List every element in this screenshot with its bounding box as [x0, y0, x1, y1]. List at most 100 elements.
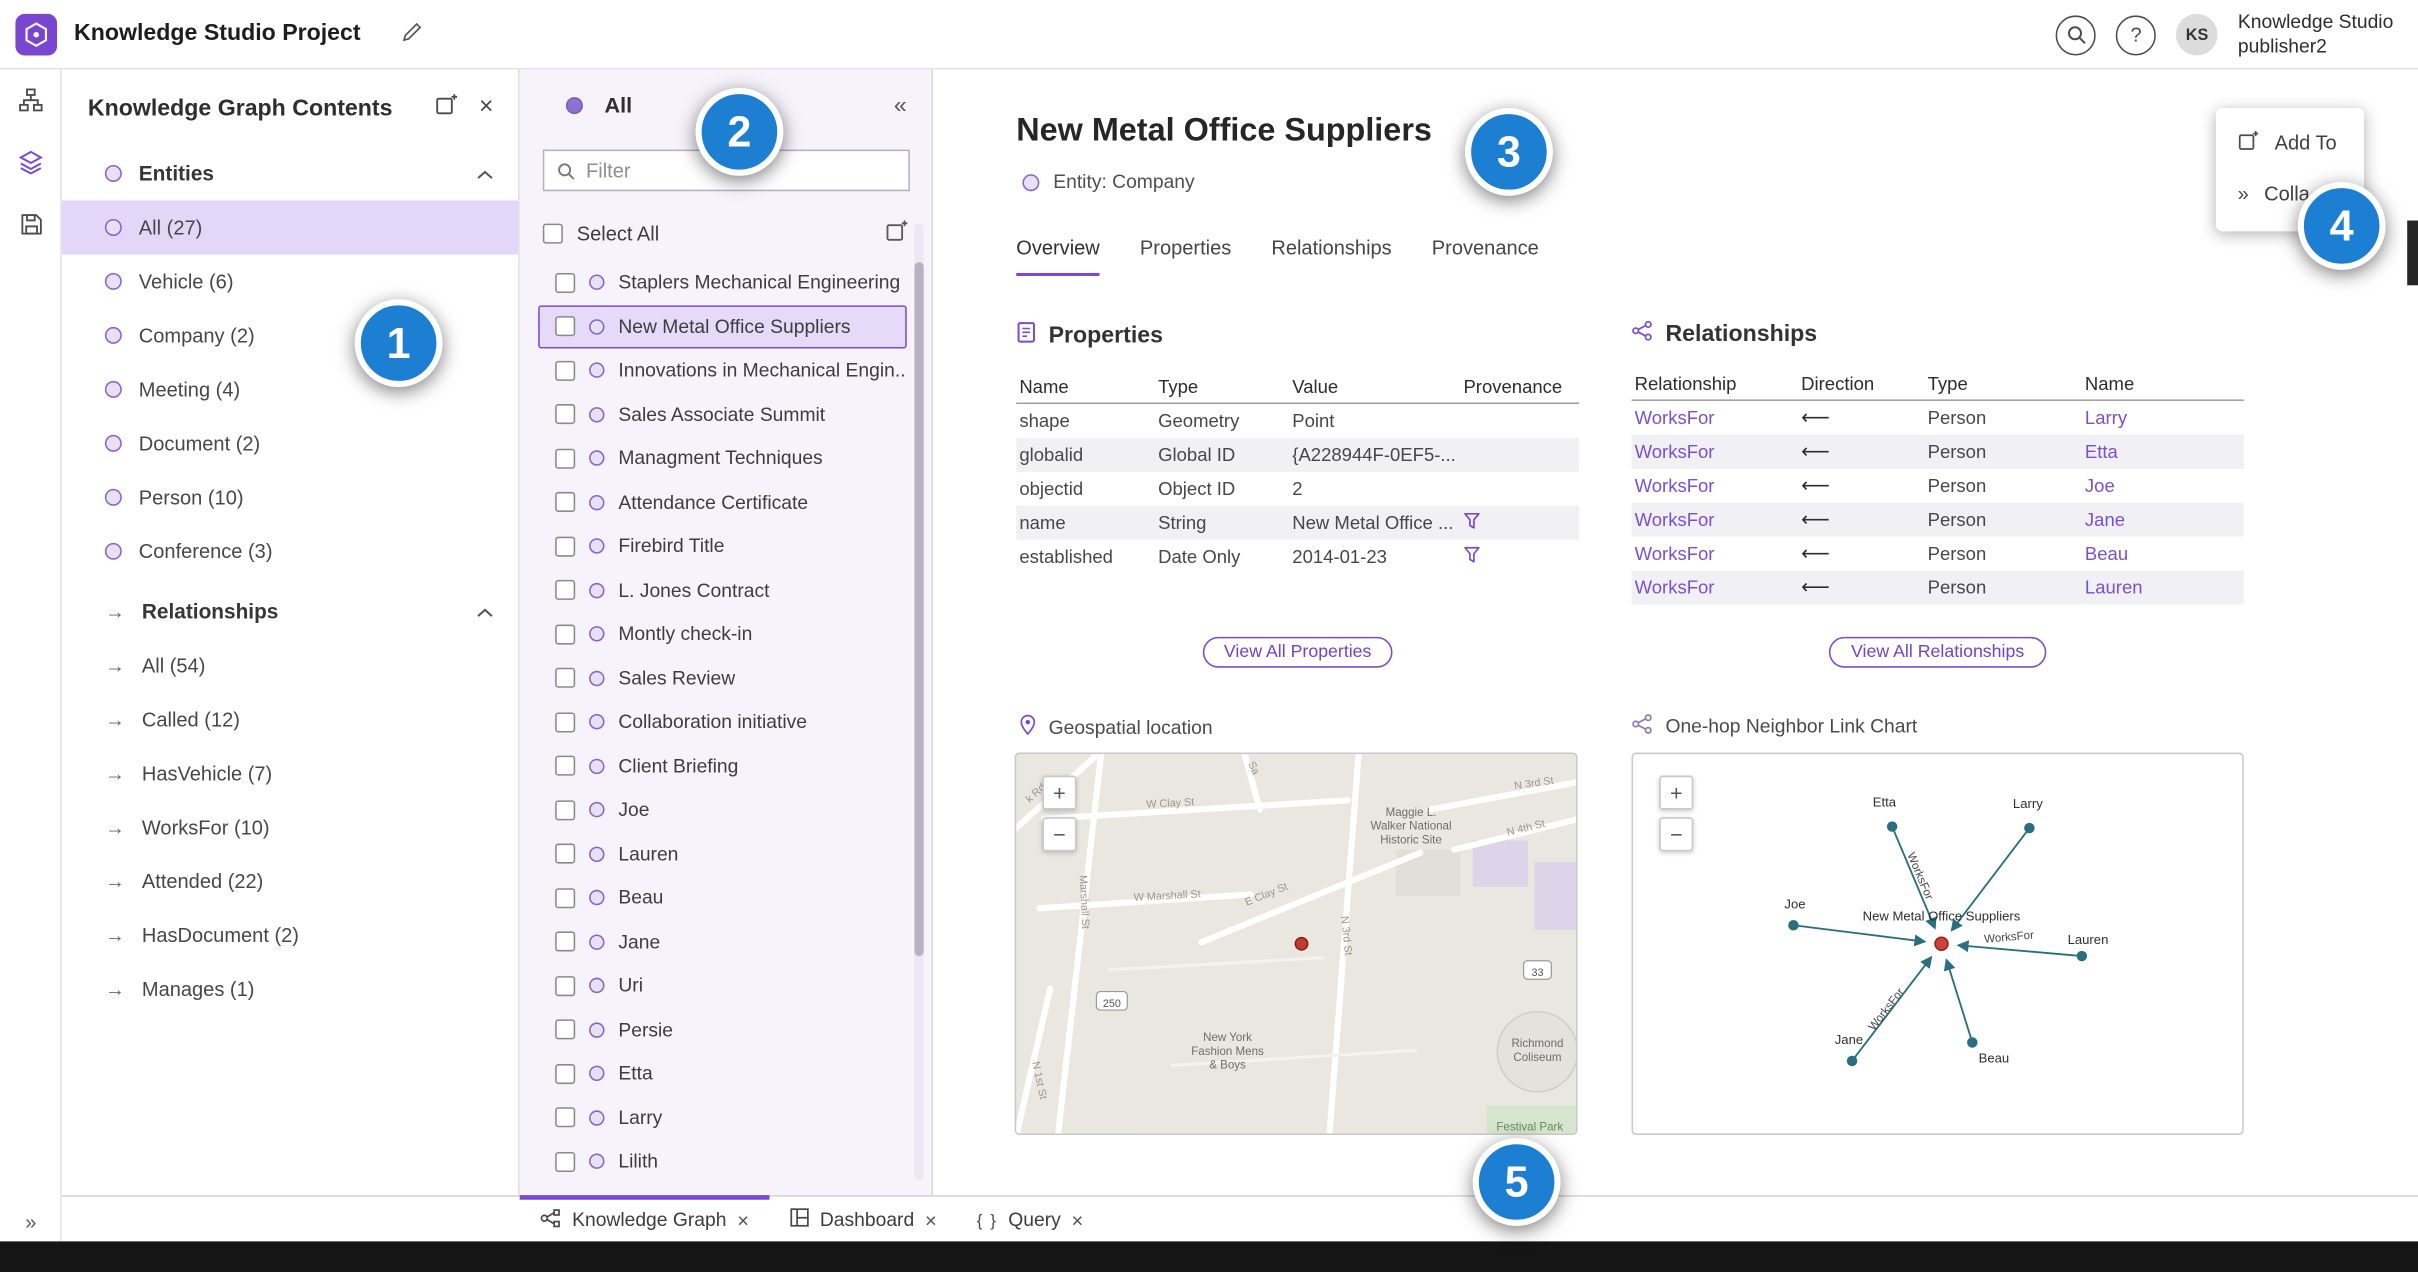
relationship-filter-item[interactable]: → Called (12) [62, 692, 518, 746]
related-entity-link[interactable]: Lauren [2085, 577, 2241, 599]
graph-list-item[interactable]: Staplers Mechanical Engineering [538, 261, 907, 305]
graph-list-item[interactable]: Sales Associate Summit [538, 392, 907, 436]
item-checkbox[interactable] [555, 887, 576, 908]
graph-list-item[interactable]: Collaboration initiative [538, 700, 907, 744]
person-node[interactable] [1788, 920, 1799, 931]
related-entity-link[interactable]: Jane [2085, 509, 2241, 531]
relationship-filter-item[interactable]: → All (54) [62, 638, 518, 692]
graph-list-item[interactable]: L. Jones Contract [538, 568, 907, 612]
item-checkbox[interactable] [555, 1063, 576, 1084]
tab-close-icon[interactable]: × [737, 1208, 749, 1231]
person-node[interactable] [2076, 950, 2088, 962]
related-entity-link[interactable]: Joe [2085, 475, 2241, 497]
item-checkbox[interactable] [555, 668, 576, 689]
bottom-tab-dashboard[interactable]: Dashboard × [769, 1197, 957, 1243]
edit-title-icon[interactable] [401, 22, 423, 51]
graph-list-item[interactable]: Managment Techniques [538, 436, 907, 480]
item-checkbox[interactable] [555, 1019, 576, 1040]
entity-filter-item[interactable]: Vehicle (6) [62, 254, 518, 308]
tab-close-icon[interactable]: × [925, 1208, 937, 1231]
relationship-filter-item[interactable]: → HasDocument (2) [62, 908, 518, 962]
item-checkbox[interactable] [555, 843, 576, 864]
select-all-checkbox[interactable] [542, 222, 563, 243]
search-button[interactable] [2055, 14, 2097, 55]
scrollbar-thumb[interactable] [2407, 220, 2418, 286]
chart-zoom-out-button[interactable]: − [1659, 817, 1694, 852]
entity-filter-item[interactable]: Document (2) [62, 416, 518, 470]
item-checkbox[interactable] [555, 756, 576, 777]
person-node[interactable] [1967, 1037, 1978, 1048]
add-item-icon[interactable] [885, 219, 908, 247]
item-checkbox[interactable] [555, 975, 576, 996]
entity-filter-item[interactable]: Meeting (4) [62, 362, 518, 416]
entities-section-header[interactable]: Entities [62, 146, 518, 200]
item-checkbox[interactable] [555, 404, 576, 425]
geospatial-map[interactable]: + − k Rd W Clay St Marshall St W Marshal… [1014, 752, 1578, 1135]
scrollbar[interactable] [914, 223, 924, 1180]
scrollbar-thumb[interactable] [914, 262, 924, 957]
relationship-filter-item[interactable]: → HasVehicle (7) [62, 746, 518, 800]
chevron-up-icon[interactable] [477, 600, 494, 623]
item-checkbox[interactable] [555, 360, 576, 381]
graph-list-item[interactable]: Uri [538, 964, 907, 1008]
tab-overview[interactable]: Overview [1016, 236, 1100, 277]
item-checkbox[interactable] [555, 1151, 576, 1172]
tab-relationships[interactable]: Relationships [1271, 236, 1391, 276]
graph-list-item[interactable]: Beau [538, 876, 907, 920]
item-checkbox[interactable] [555, 536, 576, 557]
graph-list-item[interactable]: Sales Review [538, 656, 907, 700]
graph-list-item[interactable]: Joe [538, 788, 907, 832]
user-avatar[interactable]: KS [2176, 13, 2218, 56]
item-checkbox[interactable] [555, 448, 576, 469]
related-entity-link[interactable]: Larry [2085, 407, 2241, 429]
bottom-tab-knowledge-graph[interactable]: Knowledge Graph × [519, 1195, 769, 1243]
tab-close-icon[interactable]: × [1072, 1208, 1084, 1231]
user-menu[interactable]: Knowledge Studio publisher2 [2238, 11, 2393, 59]
graph-list-item[interactable]: Lilith [538, 1140, 907, 1184]
relationship-type-link[interactable]: WorksFor [1635, 577, 1802, 599]
layers-icon[interactable] [0, 131, 62, 193]
link-chart-canvas[interactable]: WorksForWorksForWorksForEtta LarryJoeLaur… [1633, 754, 2244, 1135]
view-all-relationships-button[interactable]: View All Relationships [1829, 636, 2046, 668]
graph-list-item[interactable]: Persie [538, 1008, 907, 1052]
relationship-filter-item[interactable]: → Manages (1) [62, 962, 518, 1016]
person-node[interactable] [2024, 822, 2035, 834]
relationship-type-link[interactable]: WorksFor [1635, 441, 1802, 463]
item-checkbox[interactable] [555, 316, 576, 337]
related-entity-link[interactable]: Etta [2085, 441, 2241, 463]
provenance-icon[interactable] [1463, 545, 1480, 564]
collapse-panel-icon[interactable]: « [894, 92, 907, 118]
provenance-icon[interactable] [1463, 511, 1480, 530]
map-zoom-in-button[interactable]: + [1042, 775, 1077, 810]
entity-filter-item[interactable]: Company (2) [62, 308, 518, 362]
person-node[interactable] [1886, 821, 1898, 832]
entity-filter-item[interactable]: All (27) [61, 200, 519, 255]
add-item-icon[interactable] [434, 93, 457, 124]
relationship-filter-item[interactable]: → WorksFor (10) [62, 800, 518, 854]
entity-filter-item[interactable]: Person (10) [62, 470, 518, 524]
map-canvas[interactable]: k Rd W Clay StMarshall St W Marshall St E C… [1016, 754, 1577, 1135]
graph-list-item[interactable]: Lauren [538, 832, 907, 876]
item-checkbox[interactable] [555, 1107, 576, 1128]
item-checkbox[interactable] [555, 580, 576, 601]
add-to-menu-item[interactable]: Add To [2216, 117, 2364, 168]
item-checkbox[interactable] [555, 272, 576, 293]
close-panel-icon[interactable]: × [479, 94, 493, 122]
tab-provenance[interactable]: Provenance [1432, 236, 1539, 276]
entity-filter-item[interactable]: Conference (3) [62, 524, 518, 578]
graph-list-item[interactable]: Montly check-in [538, 612, 907, 656]
graph-list-item[interactable]: Innovations in Mechanical Engin... [538, 349, 907, 393]
save-icon[interactable] [0, 193, 62, 255]
tab-properties[interactable]: Properties [1140, 236, 1231, 276]
item-checkbox[interactable] [555, 712, 576, 733]
graph-list-item[interactable]: Attendance Certificate [538, 480, 907, 524]
relationship-type-link[interactable]: WorksFor [1635, 407, 1802, 429]
link-chart[interactable]: + − WorksFor WorksFor WorksFor Etta Larry Joe… [1631, 752, 2244, 1135]
help-button[interactable]: ? [2116, 14, 2157, 55]
chart-zoom-in-button[interactable]: + [1659, 775, 1694, 810]
bottom-tab-query[interactable]: { } Query × [957, 1197, 1104, 1243]
item-checkbox[interactable] [555, 492, 576, 513]
relationship-type-link[interactable]: WorksFor [1635, 475, 1802, 497]
item-checkbox[interactable] [555, 931, 576, 952]
graph-list-item[interactable]: Firebird Title [538, 524, 907, 568]
